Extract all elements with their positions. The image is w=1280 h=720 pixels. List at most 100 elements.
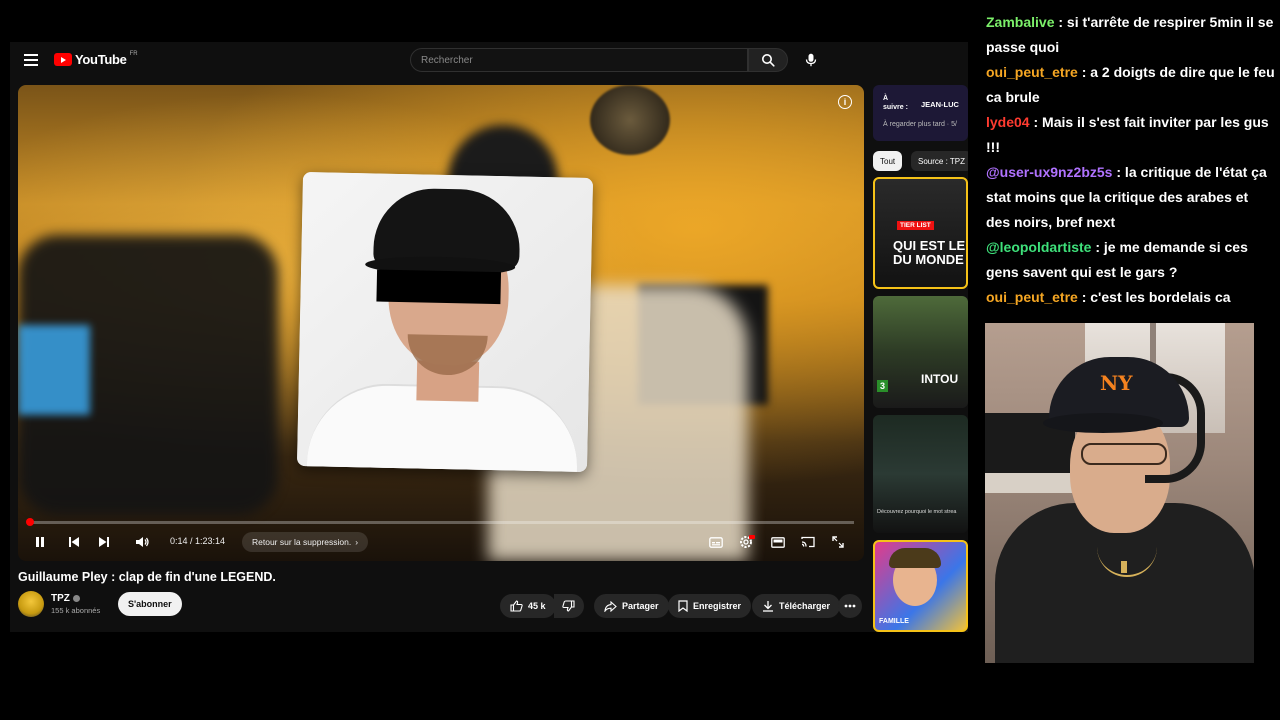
video-title: Guillaume Pley : clap de fin d'une LEGEN…	[18, 570, 276, 584]
settings-button[interactable]	[736, 529, 758, 555]
search-icon	[762, 54, 775, 67]
cast-button[interactable]	[798, 529, 818, 555]
pause-icon	[36, 537, 44, 547]
chat-message: Zambalive : si t'arrête de respirer 5min…	[986, 10, 1276, 60]
progress-bar[interactable]	[25, 518, 854, 526]
chat-message: @user-ux9nz2bz5s : la critique de l'état…	[986, 160, 1276, 235]
next-button[interactable]	[94, 529, 114, 555]
recommended-video[interactable]: Découvrez pourquoi le mot strea	[873, 415, 968, 533]
censor-bar	[376, 269, 502, 305]
country-code: FR	[129, 50, 138, 57]
progress-scrubber[interactable]	[25, 518, 34, 526]
rec-badge: TIER LIST	[897, 221, 934, 230]
chip-all[interactable]: Tout	[873, 151, 903, 171]
player-controls: 0:14 / 1:23:14 Retour sur la suppression…	[18, 529, 864, 555]
info-icon[interactable]: i	[838, 95, 852, 109]
streamer-webcam: NY	[985, 323, 1254, 663]
share-label: Partager	[622, 601, 659, 611]
cap-logo: NY	[1100, 371, 1133, 395]
voice-search-button[interactable]	[798, 48, 824, 72]
recommended-video[interactable]: FAMILLE	[873, 540, 968, 632]
subscribe-button[interactable]: S'abonner	[118, 592, 182, 616]
rec-thumbnail-caption: Découvrez pourquoi le mot strea	[877, 509, 957, 515]
recommended-video[interactable]: TIER LIST QUI EST LE ME DU MONDE	[873, 177, 968, 289]
logo-text: YouTube	[75, 52, 127, 67]
chat-username: oui_peut_etre	[986, 289, 1078, 305]
up-next-card[interactable]: À suivre : JEAN-LUC À regarder plus tard…	[873, 85, 968, 141]
volume-icon	[136, 537, 149, 547]
download-button[interactable]: Télécharger	[752, 594, 841, 618]
miniplayer-button[interactable]	[768, 529, 788, 555]
pause-button[interactable]	[30, 529, 50, 555]
download-label: Télécharger	[779, 601, 831, 611]
time-display: 0:14 / 1:23:14	[170, 536, 226, 546]
up-next-label: À suivre :	[883, 95, 908, 111]
verified-icon	[72, 594, 80, 602]
like-button[interactable]: 45 k	[500, 594, 556, 618]
microphone-icon	[805, 53, 817, 67]
share-icon	[604, 600, 617, 612]
gear-icon	[740, 535, 755, 548]
recommended-video[interactable]: 3 INTOU	[873, 296, 968, 408]
save-label: Enregistrer	[693, 601, 742, 611]
up-next-subtitle: À regarder plus tard · 5/	[883, 121, 957, 128]
skip-previous-icon	[69, 537, 79, 547]
censored-photo-card	[296, 171, 594, 473]
up-next-title: JEAN-LUC	[921, 100, 959, 109]
video-player[interactable]: i 0:14 / 1:23:14 Retour sur la suppressi…	[18, 85, 864, 561]
cast-icon	[801, 536, 815, 548]
previous-button[interactable]	[64, 529, 84, 555]
menu-icon[interactable]	[24, 54, 38, 66]
subtitles-button[interactable]	[706, 529, 726, 555]
youtube-logo[interactable]: YouTube FR	[54, 50, 138, 67]
rec-thumbnail-text: QUI EST LE ME DU MONDE	[893, 238, 966, 267]
chapter-title: Retour sur la suppression.	[252, 537, 352, 547]
search-input[interactable]	[411, 49, 747, 71]
chat-username: lyde04	[986, 114, 1030, 130]
volume-button[interactable]	[132, 529, 152, 555]
subscriber-count: 155 k abonnés	[51, 606, 101, 615]
chat-message: @leopoldartiste : je me demande si ces g…	[986, 235, 1276, 285]
wall-clock	[590, 85, 670, 155]
search-button[interactable]	[748, 48, 788, 72]
youtube-window: YouTube FR i	[10, 42, 968, 632]
share-button[interactable]: Partager	[594, 594, 669, 618]
rec-badge: 3	[877, 380, 889, 392]
subtitles-icon	[709, 536, 723, 548]
youtube-play-logo-icon	[54, 53, 72, 66]
like-count: 45 k	[528, 601, 546, 611]
stream-chat: Zambalive : si t'arrête de respirer 5min…	[986, 10, 1276, 310]
chat-username: @leopoldartiste	[986, 239, 1092, 255]
thumbs-down-icon	[562, 600, 575, 612]
channel-avatar[interactable]	[18, 591, 44, 617]
camera-screen	[18, 325, 90, 415]
masthead: YouTube FR	[10, 42, 968, 80]
rec-thumbnail-text: INTOU	[921, 372, 959, 386]
miniplayer-icon	[771, 536, 785, 548]
dislike-button[interactable]	[554, 594, 584, 618]
save-button[interactable]: Enregistrer	[668, 594, 752, 618]
chat-username: Zambalive	[986, 14, 1055, 30]
thumbs-up-icon	[510, 600, 523, 612]
more-actions-button[interactable]	[838, 594, 862, 618]
chat-username: @user-ux9nz2bz5s	[986, 164, 1113, 180]
chapter-button[interactable]: Retour sur la suppression. ›	[242, 532, 369, 552]
search-box	[410, 48, 748, 72]
chat-username: oui_peut_etre	[986, 64, 1078, 80]
chat-message: oui_peut_etre : a 2 doigts de dire que l…	[986, 60, 1276, 110]
fullscreen-icon	[832, 536, 844, 548]
chat-text: : c'est les bordelais ca	[1077, 289, 1231, 305]
chevron-right-icon: ›	[355, 537, 359, 547]
fullscreen-button[interactable]	[828, 529, 848, 555]
filter-chips: Tout Source : TPZ	[873, 151, 968, 173]
chip-source[interactable]: Source : TPZ	[911, 151, 968, 171]
chat-message: oui_peut_etre : c'est les bordelais ca	[986, 285, 1276, 310]
rec-thumbnail-text: FAMILLE	[879, 618, 909, 625]
glasses	[1081, 443, 1167, 465]
bookmark-icon	[678, 600, 688, 612]
skip-next-icon	[99, 537, 109, 547]
chat-message: lyde04 : Mais il s'est fait inviter par …	[986, 110, 1276, 160]
download-icon	[763, 601, 773, 612]
channel-name[interactable]: TPZ	[51, 593, 80, 604]
more-horizontal-icon	[844, 604, 856, 608]
